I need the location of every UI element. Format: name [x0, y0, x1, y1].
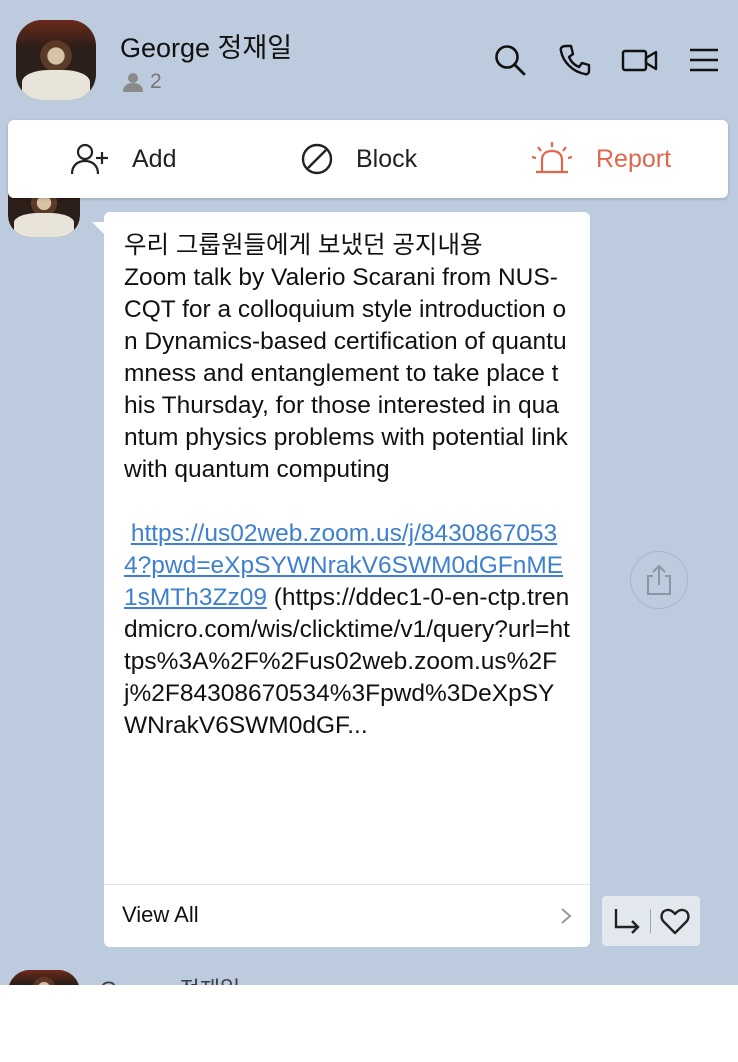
chevron-right-icon: [561, 908, 572, 924]
member-count[interactable]: 2: [122, 70, 162, 94]
view-all-label: View All: [122, 902, 199, 927]
share-icon: [647, 564, 671, 595]
add-friend-button[interactable]: Add: [70, 120, 176, 198]
next-sender-avatar[interactable]: [8, 970, 80, 985]
add-person-icon: [70, 143, 108, 175]
report-label: Report: [596, 144, 672, 173]
report-button[interactable]: Report: [530, 120, 671, 198]
reaction-separator: [650, 909, 651, 933]
message-bubble[interactable]: 우리 그룹원들에게 보냈던 공지내용 Zoom talk by Valerio …: [104, 212, 590, 947]
video-call-icon[interactable]: [621, 43, 659, 77]
reaction-box: [602, 896, 700, 946]
message-text[interactable]: 우리 그룹원들에게 보냈던 공지내용 Zoom talk by Valerio …: [124, 230, 572, 742]
block-label: Block: [356, 144, 418, 173]
heart-icon[interactable]: [660, 907, 690, 935]
add-label: Add: [132, 144, 177, 173]
search-icon[interactable]: [493, 43, 527, 77]
share-button[interactable]: [630, 551, 688, 609]
chat-room-title[interactable]: George 정재일: [120, 26, 292, 65]
member-count-value: 2: [150, 70, 162, 93]
siren-icon: [531, 142, 573, 174]
block-button[interactable]: Block: [300, 120, 417, 198]
next-sender-name: George 정재일: [100, 972, 240, 985]
phone-icon[interactable]: [558, 43, 592, 77]
profile-avatar[interactable]: [16, 20, 96, 100]
menu-icon[interactable]: [687, 43, 721, 77]
chat-area: George 정재일 2 Add Block Report 우리 그룹원들에게 …: [0, 0, 738, 985]
person-icon: [123, 73, 143, 92]
stranger-action-bar: Add Block Report: [8, 120, 728, 198]
view-all-button[interactable]: View All: [104, 885, 590, 947]
reply-icon[interactable]: [612, 907, 642, 935]
block-icon: [301, 143, 333, 175]
message-body: 우리 그룹원들에게 보냈던 공지내용 Zoom talk by Valerio …: [124, 232, 568, 483]
